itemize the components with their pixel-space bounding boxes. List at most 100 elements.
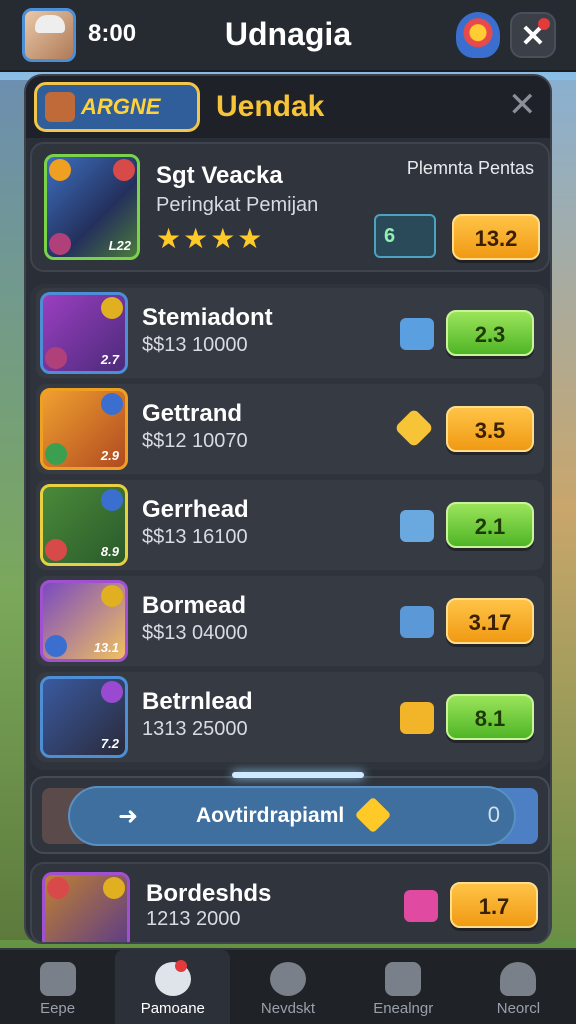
element-icon xyxy=(101,489,123,511)
hero-level: 8.9 xyxy=(100,544,119,559)
nav-item-chat[interactable]: Pamoane xyxy=(115,950,231,1024)
featured-card[interactable]: L22 Sgt Veacka Peringkat Pemijan ★★★★ Pl… xyxy=(30,142,550,272)
hero-level: L22 xyxy=(108,238,131,253)
nav-label: Enealngr xyxy=(373,1000,434,1017)
element-icon xyxy=(101,393,123,415)
bottom-nav: Eepe Pamoane Nevdskt Enealngr Neorcl xyxy=(0,948,576,1024)
gem-count: 6 xyxy=(384,225,396,247)
notification-dot xyxy=(538,18,550,30)
rank-label: Plemnta Pentas xyxy=(406,158,534,178)
character-icon xyxy=(45,92,75,122)
rank-icon xyxy=(49,233,71,255)
gem-icon xyxy=(354,796,392,834)
element-icon xyxy=(101,585,123,607)
gem-icon: 6 xyxy=(374,214,436,258)
top-bar: 8:00 Udnagia ✕ xyxy=(0,0,576,72)
value-button[interactable]: 3.5 xyxy=(446,406,534,452)
class-icon xyxy=(45,635,67,657)
value-button[interactable]: 8.1 xyxy=(446,694,534,740)
value-button[interactable]: 13.2 xyxy=(452,214,540,260)
hero-name: Gettrand xyxy=(142,400,243,427)
hero-name: Bordeshds xyxy=(146,880,272,907)
tab-label: ARGNE xyxy=(81,94,161,119)
gem-icon xyxy=(400,510,434,542)
shield-icon[interactable] xyxy=(456,12,500,58)
profile-icon xyxy=(500,962,537,996)
hero-price: $$12 10070 xyxy=(142,430,248,452)
ranking-list: 2.7 Stemiadont $$13 10000 2.3 2.9 Gettra… xyxy=(30,284,550,770)
hero-portrait: 7.2 xyxy=(40,676,128,758)
gem-icon xyxy=(400,318,434,350)
hero-portrait: 2.9 xyxy=(40,388,128,470)
gem-icon xyxy=(394,408,434,448)
nav-label: Eepe xyxy=(40,1000,76,1017)
tab-badge[interactable]: ARGNE xyxy=(34,82,200,132)
nav-item-trophy[interactable]: Enealngr xyxy=(346,950,461,1024)
class-icon xyxy=(45,443,67,465)
section-title: Uendak xyxy=(216,90,325,123)
nav-item-refresh[interactable]: Nevdskt xyxy=(230,950,345,1024)
panel-close-button[interactable]: ✕ xyxy=(508,88,537,122)
arrow-right-icon: ➜ xyxy=(118,803,139,830)
scroll-indicator xyxy=(232,772,364,778)
promo-button[interactable]: ➜ Aovtirdrapiaml 0 xyxy=(68,786,516,846)
list-item[interactable]: 13.1 Bormead $$13 04000 3.17 xyxy=(36,576,544,666)
gem-icon xyxy=(400,702,434,734)
hero-name: Sgt Veacka xyxy=(156,162,283,189)
gem-icon xyxy=(400,606,434,638)
class-icon xyxy=(45,347,67,369)
hero-subtitle: Peringkat Pemijan xyxy=(156,194,319,216)
nav-item-home[interactable]: Eepe xyxy=(0,950,115,1024)
gem-icon xyxy=(404,890,438,922)
hero-name: Bormead xyxy=(142,592,247,619)
promo-label: Aovtirdrapiaml xyxy=(196,804,345,827)
hero-level: 2.9 xyxy=(100,448,119,463)
hero-portrait: 8.9 xyxy=(40,484,128,566)
value-button[interactable]: 2.3 xyxy=(446,310,534,356)
element-icon xyxy=(103,877,125,899)
list-item[interactable]: 2.9 Gettrand $$12 10070 3.5 xyxy=(36,384,544,474)
hero-name: Stemiadont xyxy=(142,304,273,331)
list-item[interactable]: 7.2 Betrnlead 1313 25000 8.1 xyxy=(36,672,544,762)
nav-label: Nevdskt xyxy=(260,1000,316,1017)
nav-item-profile[interactable]: Neorcl xyxy=(461,950,576,1024)
promo-banner: ➜ Aovtirdrapiaml 0 xyxy=(30,772,550,854)
list-item[interactable]: 2.7 Stemiadont $$13 10000 2.3 xyxy=(36,288,544,378)
element-icon xyxy=(49,159,71,181)
hero-portrait: L22 xyxy=(44,154,140,260)
hero-price: 1313 25000 xyxy=(142,718,248,740)
close-icon: ✕ xyxy=(508,86,537,124)
leaderboard-panel: ARGNE Uendak ✕ L22 Sgt Veacka Peringkat … xyxy=(24,74,552,944)
hero-name: Betrnlead xyxy=(142,688,253,715)
promo-count: 0 xyxy=(487,802,500,827)
value-button[interactable]: 2.1 xyxy=(446,502,534,548)
home-icon xyxy=(39,962,76,996)
hero-level: 7.2 xyxy=(100,736,119,751)
hero-portrait: 13.1 xyxy=(40,580,128,662)
close-button[interactable]: ✕ xyxy=(510,12,556,58)
hero-price: $$13 16100 xyxy=(142,526,248,548)
hero-level: 13.1 xyxy=(93,640,119,655)
class-icon xyxy=(45,539,67,561)
hero-portrait: 2.7 xyxy=(40,292,128,374)
nav-label: Neorcl xyxy=(496,1000,541,1017)
class-icon xyxy=(47,877,69,899)
refresh-icon xyxy=(270,962,306,996)
hero-level: 2.7 xyxy=(100,352,119,367)
hero-price: $$13 10000 xyxy=(142,334,248,356)
hero-name: Gerrhead xyxy=(142,496,249,523)
nav-label: Pamoane xyxy=(140,1000,205,1017)
value-button[interactable]: 3.17 xyxy=(446,598,534,644)
panel-header: ARGNE Uendak ✕ xyxy=(26,76,550,138)
value-button[interactable]: 1.7 xyxy=(450,882,538,928)
trophy-icon xyxy=(385,962,422,996)
element-icon xyxy=(101,297,123,319)
class-icon xyxy=(113,159,135,181)
star-rating: ★★★★ xyxy=(156,223,265,254)
hero-portrait xyxy=(42,872,130,942)
list-item[interactable]: 8.9 Gerrhead $$13 16100 2.1 xyxy=(36,480,544,570)
list-item[interactable]: Bordeshds 1213 2000 1.7 xyxy=(30,862,550,944)
element-icon xyxy=(101,681,123,703)
hero-price: $$13 04000 xyxy=(142,622,248,644)
hero-price: 1213 2000 xyxy=(146,908,241,930)
